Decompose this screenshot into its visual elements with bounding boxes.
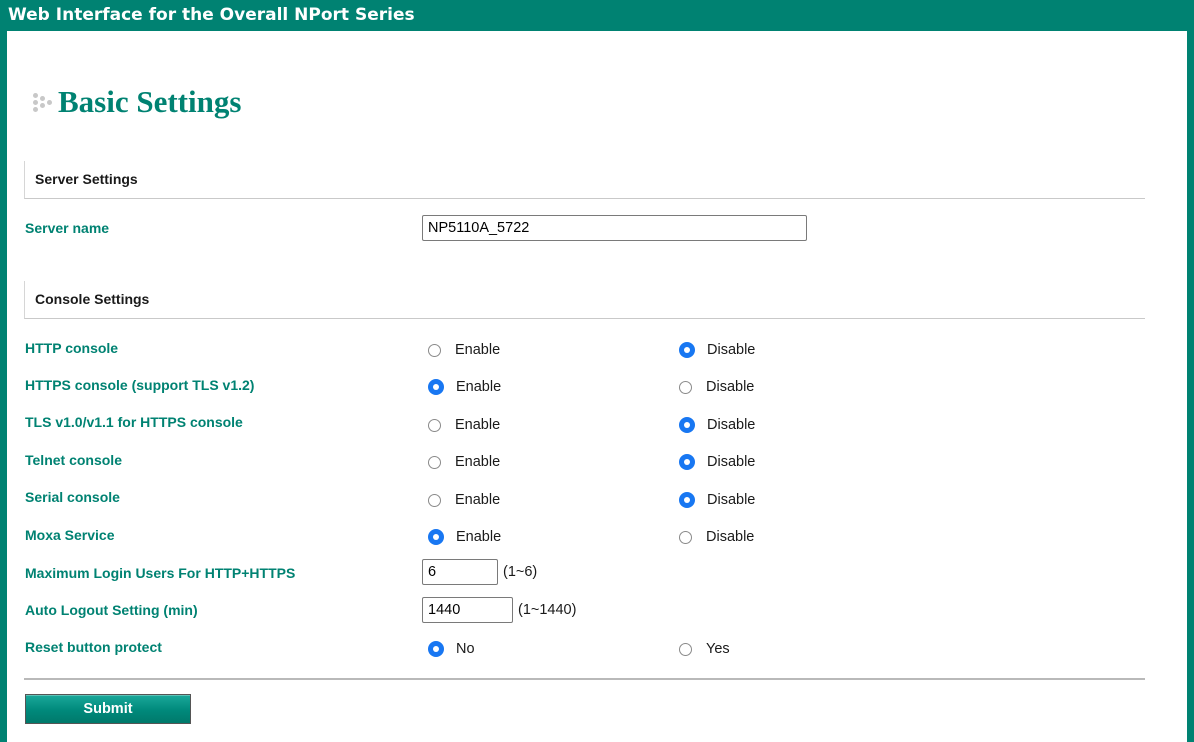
serial-console-label: Serial console bbox=[25, 489, 120, 505]
radio-label: Disable bbox=[706, 529, 755, 545]
max-login-label: Maximum Login Users For HTTP+HTTPS bbox=[25, 565, 296, 581]
moxa-service-disable-radio[interactable]: Disable bbox=[679, 529, 754, 545]
tls-console-label: TLS v1.0/v1.1 for HTTPS console bbox=[25, 414, 243, 430]
radio-icon bbox=[679, 380, 692, 394]
radio-label: Enable bbox=[456, 379, 502, 395]
app-title: Web Interface for the Overall NPort Seri… bbox=[8, 5, 415, 25]
radio-label: Disable bbox=[706, 379, 755, 395]
reset-protect-no-radio[interactable]: No bbox=[428, 641, 475, 657]
tls-console-disable-radio[interactable]: Disable bbox=[679, 417, 755, 433]
radio-selected-icon bbox=[428, 529, 444, 545]
submit-button[interactable]: Submit bbox=[25, 694, 191, 724]
telnet-console-label: Telnet console bbox=[25, 452, 122, 468]
max-login-range: (1~6) bbox=[503, 564, 538, 580]
app-banner: Web Interface for the Overall NPort Seri… bbox=[0, 0, 1194, 31]
moxa-service-label: Moxa Service bbox=[25, 527, 115, 543]
radio-label: Enable bbox=[455, 342, 501, 358]
radio-icon bbox=[428, 455, 441, 469]
reset-protect-label: Reset button protect bbox=[25, 639, 162, 655]
radio-label: Disable bbox=[707, 492, 756, 508]
https-console-disable-radio[interactable]: Disable bbox=[679, 379, 754, 395]
telnet-console-disable-radio[interactable]: Disable bbox=[679, 454, 755, 470]
radio-label: Yes bbox=[706, 641, 730, 657]
radio-selected-icon bbox=[679, 492, 695, 508]
https-console-enable-radio[interactable]: Enable bbox=[428, 379, 501, 395]
server-name-input[interactable] bbox=[422, 215, 807, 241]
radio-label: Disable bbox=[707, 342, 756, 358]
http-console-enable-radio[interactable]: Enable bbox=[428, 342, 500, 358]
dots-icon bbox=[32, 91, 54, 113]
auto-logout-input[interactable] bbox=[422, 597, 513, 623]
radio-icon bbox=[679, 642, 692, 656]
serial-console-enable-radio[interactable]: Enable bbox=[428, 492, 500, 508]
radio-selected-icon bbox=[428, 379, 444, 395]
page-title: Basic Settings bbox=[32, 84, 241, 120]
radio-label: Disable bbox=[707, 454, 756, 470]
radio-icon bbox=[428, 493, 441, 507]
radio-selected-icon bbox=[679, 342, 695, 358]
moxa-service-enable-radio[interactable]: Enable bbox=[428, 529, 501, 545]
max-login-input[interactable] bbox=[422, 559, 498, 585]
radio-selected-icon bbox=[679, 454, 695, 470]
telnet-console-enable-radio[interactable]: Enable bbox=[428, 454, 500, 470]
radio-label: Enable bbox=[456, 529, 502, 545]
auto-logout-range: (1~1440) bbox=[518, 602, 577, 618]
radio-label: Enable bbox=[455, 417, 501, 433]
server-name-label: Server name bbox=[25, 220, 110, 236]
radio-selected-icon bbox=[428, 641, 444, 657]
radio-icon bbox=[428, 418, 441, 432]
reset-protect-yes-radio[interactable]: Yes bbox=[679, 641, 730, 657]
radio-icon bbox=[679, 530, 692, 544]
radio-selected-icon bbox=[679, 417, 695, 433]
console-settings-header: Console Settings bbox=[24, 281, 1145, 319]
http-console-disable-radio[interactable]: Disable bbox=[679, 342, 755, 358]
page-title-text: Basic Settings bbox=[58, 84, 242, 119]
radio-label: Enable bbox=[455, 454, 501, 470]
auto-logout-label: Auto Logout Setting (min) bbox=[25, 602, 198, 618]
radio-icon bbox=[428, 343, 441, 357]
tls-console-enable-radio[interactable]: Enable bbox=[428, 417, 500, 433]
footer-divider bbox=[24, 678, 1145, 680]
server-settings-header: Server Settings bbox=[24, 161, 1145, 199]
radio-label: Disable bbox=[707, 417, 756, 433]
radio-label: Enable bbox=[455, 492, 501, 508]
radio-label: No bbox=[456, 641, 475, 657]
serial-console-disable-radio[interactable]: Disable bbox=[679, 492, 755, 508]
https-console-label: HTTPS console (support TLS v1.2) bbox=[25, 377, 255, 393]
http-console-label: HTTP console bbox=[25, 340, 119, 356]
